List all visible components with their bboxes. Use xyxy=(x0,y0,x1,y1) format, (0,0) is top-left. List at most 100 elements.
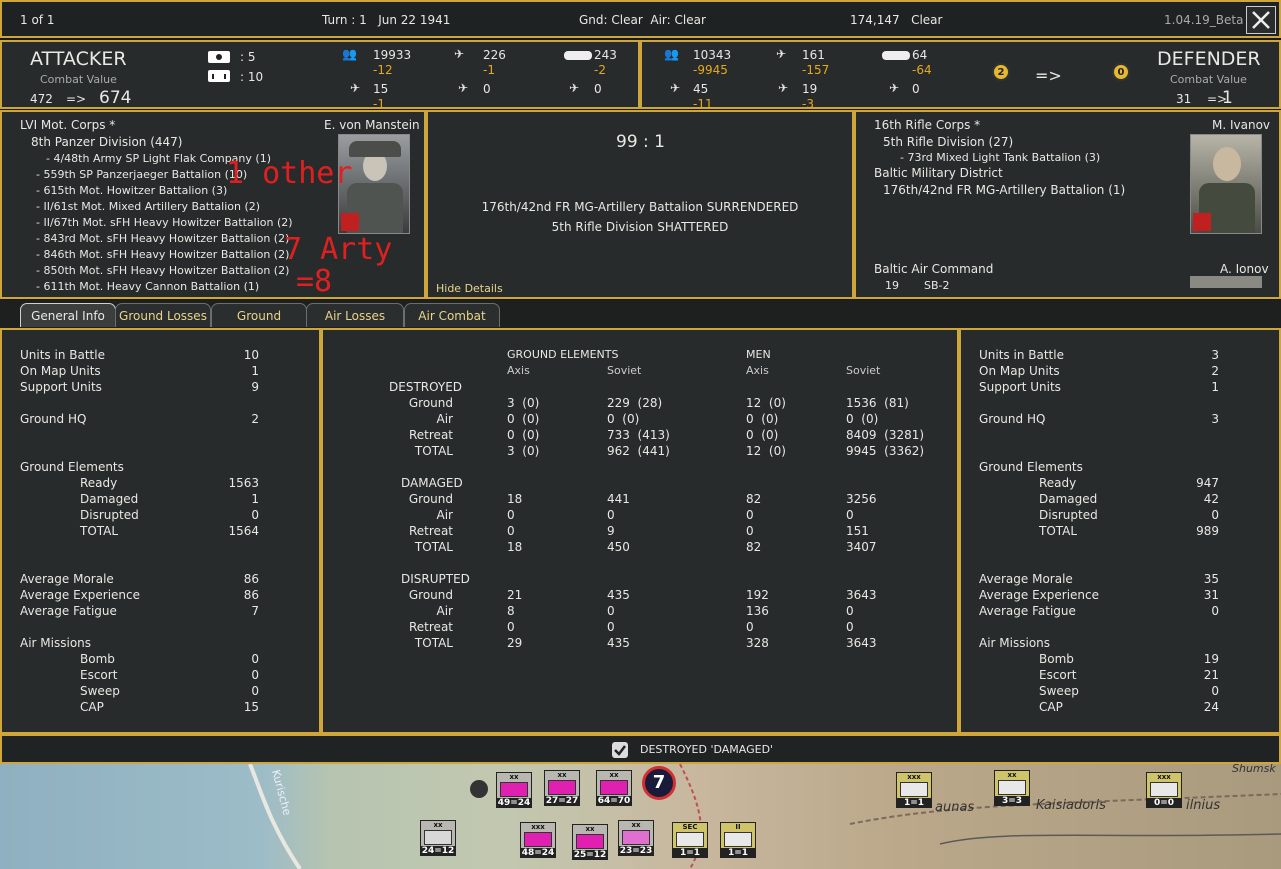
fighter-icon: ✈ xyxy=(454,47,465,61)
defender-men: 10343 xyxy=(693,48,732,62)
tab-ground-combat[interactable]: Ground Combat xyxy=(211,303,307,347)
loss-row-label: Ground xyxy=(408,396,453,410)
stat-label-hq: Ground HQ xyxy=(20,412,87,426)
unit-counter[interactable]: xx 49=24 xyxy=(496,772,532,808)
stat-value-damaged: 42 xyxy=(1203,492,1219,506)
loss-cell: 29 xyxy=(507,636,523,650)
stat-label-cap: CAP xyxy=(1039,700,1063,714)
defender-tanks: 64 xyxy=(912,48,928,62)
turn-marker[interactable]: 7 xyxy=(642,766,676,800)
loss-cell: 0 xyxy=(507,508,515,522)
stat-value-total: 1564 xyxy=(228,524,259,538)
defender-district[interactable]: Baltic Military District xyxy=(874,166,1003,180)
defender-air-command[interactable]: Baltic Air Command xyxy=(874,262,993,276)
stat-label-morale: Average Morale xyxy=(20,572,114,586)
defender-bombers-loss: -11 xyxy=(693,97,713,111)
attacker-cv-label: Combat Value xyxy=(40,73,117,86)
defender-cv-from: 31 xyxy=(1176,92,1192,106)
men-icon: 👥 xyxy=(342,47,357,61)
unit-counter[interactable]: xx 64=70 xyxy=(596,770,632,806)
tab-ground-losses[interactable]: Ground Losses xyxy=(115,303,211,327)
loss-cell: 18 xyxy=(507,540,523,554)
unit-counter[interactable]: xx 27=27 xyxy=(544,770,580,806)
stat-value-sweep: 0 xyxy=(1211,684,1219,698)
attacker-tanks-loss: -2 xyxy=(594,63,606,77)
attacker-corps[interactable]: LVI Mot. Corps * xyxy=(20,118,115,132)
unit-strength: 25=12 xyxy=(573,850,607,860)
stat-value-cap: 15 xyxy=(243,700,259,714)
attacker-unit-item: - 850th Mot. sFH Heavy Howitzer Battalio… xyxy=(36,264,290,277)
unit-counter[interactable]: xx 25=12 xyxy=(572,824,608,860)
unit-counter[interactable]: xxx 1=1 xyxy=(896,772,932,808)
defender-subunit: - 73rd Mixed Light Tank Battalion (3) xyxy=(900,151,1101,164)
stat-value-disrupted: 0 xyxy=(1211,508,1219,522)
loss-row-label: TOTAL xyxy=(414,444,453,458)
defender-air-count: 19 xyxy=(885,279,899,292)
unit-counter[interactable]: SEC 1=1 xyxy=(672,822,708,858)
stat-value-exp: 86 xyxy=(243,588,259,602)
attacker-stats-panel: Units in Battle 10 On Map Units 1 Support Un… xyxy=(0,328,321,734)
unit-size: SEC xyxy=(682,823,698,831)
unit-symbol-icon xyxy=(998,780,1026,795)
loss-cell: 21 xyxy=(507,588,523,602)
map-town-kaisiadoris: Kaisiadoris xyxy=(1036,798,1106,813)
defender-stats-panel: Units in Battle 3 On Map Units 2 Support Uni… xyxy=(959,328,1281,734)
stat-label-morale: Average Morale xyxy=(979,572,1073,586)
stat-value-hq: 3 xyxy=(1211,412,1219,426)
tab-air-losses[interactable]: Air Losses xyxy=(306,303,404,327)
loss-cell: 450 xyxy=(607,540,630,554)
loss-cell: 3643 xyxy=(846,636,877,650)
pencil-icon[interactable] xyxy=(470,780,488,798)
defender-division[interactable]: 5th Rifle Division (27) xyxy=(883,135,1013,149)
stat-label-air: Air Missions xyxy=(20,636,92,650)
leader-portrait xyxy=(1190,134,1262,234)
tank-icon xyxy=(882,51,910,60)
fighter-icon: ✈ xyxy=(776,47,787,61)
unit-strength: 1=1 xyxy=(721,848,755,858)
swastika-icon xyxy=(341,213,359,231)
defender-corps[interactable]: 16th Rifle Corps * xyxy=(874,118,980,132)
tab-general-info[interactable]: General Info xyxy=(20,303,116,327)
stat-label-exp: Average Experience xyxy=(20,588,141,602)
header-axis-ge: Axis xyxy=(507,364,530,377)
unit-strength: 48=24 xyxy=(521,848,555,858)
loss-row-label: TOTAL xyxy=(414,540,453,554)
unit-symbol-icon xyxy=(524,832,552,847)
map-town-shumsk: Shumsk xyxy=(1232,764,1276,775)
stat-label-air: Air Missions xyxy=(979,636,1051,650)
unit-counter[interactable]: xxx 0=0 xyxy=(1146,772,1182,808)
unit-counter[interactable]: xx 23=23 xyxy=(618,820,654,856)
stat-label-support: Support Units xyxy=(979,380,1061,394)
stat-value-fatigue: 0 xyxy=(1211,604,1219,618)
attacker-fighters: 226 xyxy=(483,48,506,62)
attacker-unit-item: - 611th Mot. Heavy Cannon Battalion (1) xyxy=(36,280,260,293)
tab-air-combat[interactable]: Air Combat xyxy=(404,303,500,327)
map-area[interactable]: Kurische aunas Kaisiadoris ilnius Shumsk… xyxy=(0,764,1281,869)
loss-cell: 3 (0) xyxy=(507,396,540,410)
attacker-division[interactable]: 8th Panzer Division (447) xyxy=(31,135,182,149)
bomber-icon: ✈ xyxy=(670,81,681,95)
attacker-men-loss: -12 xyxy=(373,63,393,77)
unit-size: xx xyxy=(1007,771,1017,779)
hide-details-link[interactable]: Hide Details xyxy=(436,282,503,295)
loss-cell: 435 xyxy=(607,636,630,650)
loss-cell: 441 xyxy=(607,492,630,506)
stat-label-exp: Average Experience xyxy=(979,588,1100,602)
unit-counter[interactable]: xx 24=12 xyxy=(420,820,456,856)
loss-cell: 82 xyxy=(746,492,762,506)
defender-cv-label: Combat Value xyxy=(1170,73,1247,86)
attacker-flag2-count: : 10 xyxy=(240,70,264,84)
close-button[interactable] xyxy=(1246,6,1276,34)
unit-counter[interactable]: II 1=1 xyxy=(720,822,756,858)
loss-cell: 962 (441) xyxy=(607,444,670,458)
defender-transport: 19 xyxy=(802,82,818,96)
loss-cell: 0 xyxy=(507,620,515,634)
defender-men-loss: -9945 xyxy=(693,63,728,77)
destroyed-damaged-checkbox[interactable] xyxy=(612,742,628,758)
loss-cell: 0 (0) xyxy=(507,428,540,442)
unit-counter[interactable]: xx 3=3 xyxy=(994,770,1030,806)
stat-value-morale: 35 xyxy=(1203,572,1219,586)
unit-counter[interactable]: xxx 48=24 xyxy=(520,822,556,858)
loss-cell: 0 xyxy=(507,524,515,538)
stat-value-escort: 0 xyxy=(251,668,259,682)
